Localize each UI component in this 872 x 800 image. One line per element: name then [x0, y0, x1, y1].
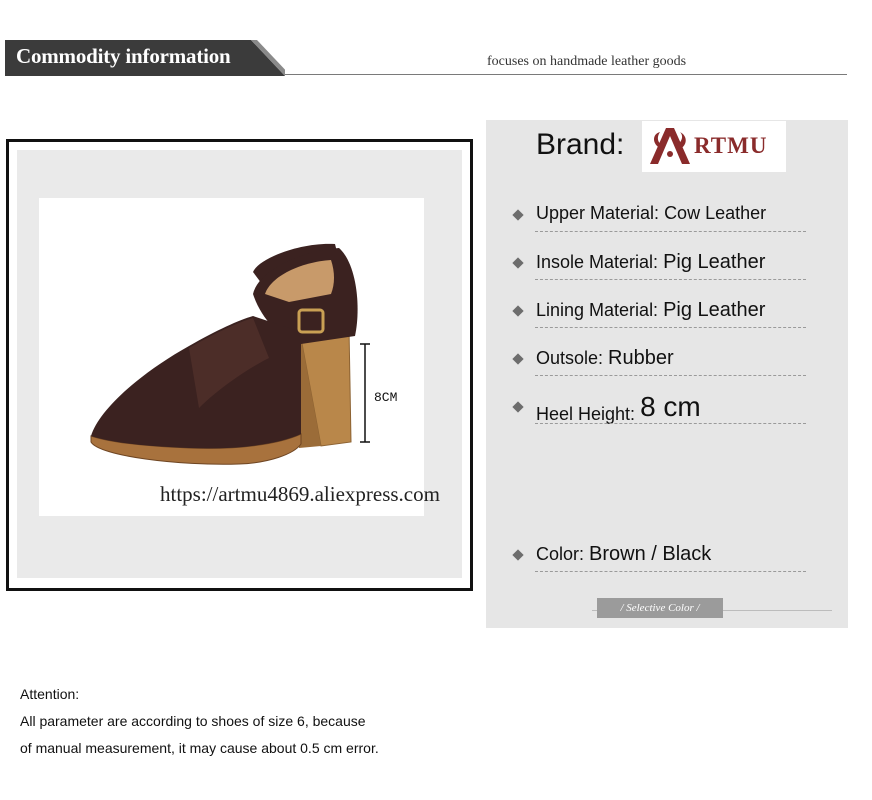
spec-label: Heel Height: [536, 404, 641, 424]
product-image-frame: 8CM [6, 139, 473, 591]
bullet-diamond-icon [512, 401, 524, 413]
shoe-illustration [90, 243, 370, 465]
spec-value: Pig Leather [663, 299, 766, 321]
product-image-background: 8CM [17, 150, 462, 578]
spec-value: Cow Leather [664, 203, 767, 223]
spec-upper-material: Upper Material: Cow Leather [512, 198, 806, 232]
header-divider [285, 74, 847, 75]
spec-panel: Brand: RTMU Upper Material: Cow Leather … [486, 120, 848, 628]
spec-lining-material: Lining Material: Pig Leather [512, 294, 806, 328]
spec-outsole: Outsole: Rubber [512, 342, 806, 376]
spec-heel-height: Heel Height: 8 cm [512, 390, 806, 424]
heel-height-note: 8CM [374, 390, 398, 405]
spec-divider [535, 375, 806, 376]
spec-label: Lining Material: [536, 300, 664, 320]
product-photo [39, 198, 424, 516]
bullet-diamond-icon [512, 209, 524, 221]
brand-label: Brand: [536, 128, 625, 161]
brand-logo-text: RTMU [694, 133, 768, 158]
bullet-diamond-icon [512, 305, 524, 317]
spec-value: 8 cm [640, 391, 701, 422]
store-url-watermark: https://artmu4869.aliexpress.com [160, 482, 440, 506]
spec-label: Color: [536, 544, 590, 564]
bullet-diamond-icon [512, 549, 524, 561]
spec-value: Pig Leather [663, 251, 766, 273]
spec-value: Rubber [608, 347, 674, 369]
spec-color: Color: Brown / Black [512, 538, 806, 572]
spec-insole-material: Insole Material: Pig Leather [512, 246, 806, 280]
attention-title: Attention: [20, 686, 80, 702]
bullet-diamond-icon [512, 353, 524, 365]
page-title: Commodity information [16, 44, 231, 68]
bullet-diamond-icon [512, 257, 524, 269]
spec-divider [535, 423, 806, 424]
header-tagline: focuses on handmade leather goods [487, 54, 687, 69]
spec-label: Insole Material: [536, 252, 664, 272]
spec-divider [535, 231, 806, 232]
attention-line-1: All parameter are according to shoes of … [20, 713, 366, 729]
selective-color-button[interactable]: / Selective Color / [597, 598, 723, 618]
spec-label: Outsole: [536, 348, 609, 368]
spec-divider [535, 327, 806, 328]
attention-line-2: of manual measurement, it may cause abou… [20, 740, 379, 756]
brand-logo: RTMU [642, 121, 786, 172]
spec-divider [535, 571, 806, 572]
brand-logo-icon [650, 128, 690, 164]
spec-label: Upper Material: [536, 203, 665, 223]
spec-divider [535, 279, 806, 280]
spec-value: Brown / Black [589, 543, 712, 565]
